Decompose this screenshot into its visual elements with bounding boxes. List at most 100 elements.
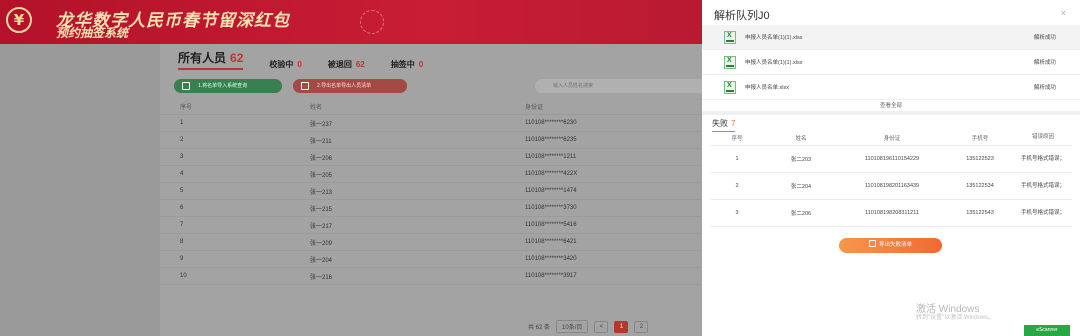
excel-file-icon xyxy=(724,55,736,69)
file-row[interactable]: 申报人员名单.xlsx 解析成功 xyxy=(702,75,1080,100)
table-row[interactable]: 2 张一211 110108********6235 xyxy=(160,132,720,149)
file-row[interactable]: 申报人员名单(1)(1).xlsx 解析成功 xyxy=(702,25,1080,50)
pagination: 共 62 条 10条/页 < 1 2 xyxy=(528,320,649,333)
file-row[interactable]: 申报人员名单(1)(1).xlsx 解析成功 xyxy=(702,50,1080,75)
tab-count: 0 xyxy=(418,60,424,69)
import-button[interactable]: 1.将名单导入系统查询 xyxy=(174,79,282,93)
tab-label: 被退回 xyxy=(327,60,352,69)
export-failed-button[interactable]: 导出失败清单 xyxy=(839,238,942,253)
file-name: 申报人员名单.xlsx xyxy=(745,85,790,91)
cell-id: 110108********3730 xyxy=(525,205,577,211)
failed-row[interactable]: 3 张二206 110108198208311211 135122543 手机号… xyxy=(710,200,1072,227)
tab-drawing[interactable]: 抽签中 0 xyxy=(391,59,423,70)
tab-count: 62 xyxy=(230,51,244,65)
table-row[interactable]: 1 张一237 110108********6230 xyxy=(160,115,720,132)
failed-table-header: 序号 姓名 身份证 手机号 错误原因 xyxy=(710,130,1072,146)
excel-file-icon xyxy=(724,80,736,94)
cell-name: 张一213 xyxy=(310,189,333,196)
import-icon xyxy=(182,82,190,90)
cell-error: 手机号格式错误； xyxy=(1020,155,1065,162)
status-tabs: 所有人员 62 校验中 0 被退回 62 抽签中 0 xyxy=(178,50,449,70)
cell-name: 张一204 xyxy=(310,257,333,264)
file-status: 解析成功 xyxy=(1033,60,1056,66)
cell-id: 110108196110154229 xyxy=(864,156,920,162)
cell-index: 1 xyxy=(180,120,184,126)
close-icon[interactable]: × xyxy=(1061,8,1066,18)
export-icon xyxy=(301,82,309,90)
cell-index: 9 xyxy=(180,256,184,262)
cell-error: 手机号格式错误； xyxy=(1020,182,1065,189)
failed-row[interactable]: 2 张二204 110108198201163439 135122534 手机号… xyxy=(710,173,1072,200)
table-header: 序号 姓名 身份证 xyxy=(160,98,720,115)
cell-id: 110108********6235 xyxy=(525,137,577,143)
tab-label: 抽签中 xyxy=(390,60,415,69)
cell-phone: 135122534 xyxy=(966,183,994,189)
tab-count: 0 xyxy=(297,60,302,69)
file-name: 申报人员名单(1)(1).xlsx xyxy=(745,35,803,41)
table-row[interactable]: 8 张一209 110108********6421 xyxy=(160,234,720,251)
file-status: 解析成功 xyxy=(1033,85,1056,91)
search-input[interactable] xyxy=(535,79,715,93)
taskbar-chip[interactable]: eScanner xyxy=(1024,325,1070,336)
header-index: 序号 xyxy=(180,104,193,111)
fail-tab-count: 7 xyxy=(731,119,736,128)
table-row[interactable]: 10 张一216 110108********3917 xyxy=(160,268,720,285)
cell-index: 7 xyxy=(180,222,184,228)
cell-id: 110108********5416 xyxy=(525,222,577,228)
tab-label: 所有人员 xyxy=(178,51,227,65)
cell-index: 1 xyxy=(735,156,739,162)
cell-id: 110108********422X xyxy=(525,171,578,177)
table-row[interactable]: 7 张一217 110108********5416 xyxy=(160,217,720,234)
table-row[interactable]: 5 张一213 110108********1474 xyxy=(160,183,720,200)
cell-id: 110108********1211 xyxy=(525,154,577,160)
cell-name: 张一216 xyxy=(310,274,333,281)
import-button-label: 1.将名单导入系统查询 xyxy=(198,83,248,89)
cell-name: 张一215 xyxy=(310,206,333,213)
file-name: 申报人员名单(1)(1).xlsx xyxy=(745,60,803,66)
header-error: 错误原因 xyxy=(1031,134,1054,140)
cell-phone: 135122543 xyxy=(966,210,994,216)
cell-id: 110108198208311211 xyxy=(865,210,919,216)
people-table: 序号 姓名 身份证 1 张一237 110108********6230 2 张一21… xyxy=(160,98,720,285)
expand-all-link[interactable]: 查看全部 xyxy=(702,101,1080,109)
failed-row[interactable]: 1 张二203 110108196110154229 135122523 手机号… xyxy=(710,146,1072,173)
export-icon xyxy=(868,240,876,247)
header-name: 姓名 xyxy=(310,104,323,111)
tab-verifying[interactable]: 校验中 0 xyxy=(269,59,301,70)
prev-page-button[interactable]: < xyxy=(594,320,609,333)
cell-id: 110108198201163439 xyxy=(864,183,920,189)
yuan-logo-icon: ¥ xyxy=(6,7,32,33)
cell-index: 10 xyxy=(180,273,187,279)
table-row[interactable]: 4 张一205 110108********422X xyxy=(160,166,720,183)
parse-queue-drawer: 解析队列J0 × 申报人员名单(1)(1).xlsx 解析成功 申报人员名单(1… xyxy=(702,0,1080,336)
table-row[interactable]: 9 张一204 110108********3420 xyxy=(160,251,720,268)
page-1-button[interactable]: 1 xyxy=(614,320,629,333)
cell-index: 5 xyxy=(180,188,184,194)
cell-index: 8 xyxy=(180,239,184,245)
cell-index: 3 xyxy=(180,154,184,160)
export-failed-label: 导出失败清单 xyxy=(878,242,912,248)
tab-all[interactable]: 所有人员 62 xyxy=(178,49,244,70)
fail-tab-label: 失败 xyxy=(712,119,728,128)
page-size-select[interactable]: 10条/页 xyxy=(556,320,589,333)
failed-table: 序号 姓名 身份证 手机号 错误原因 1 张二203 1101081961101… xyxy=(710,130,1072,227)
cell-index: 2 xyxy=(735,183,739,189)
cell-id: 110108********6230 xyxy=(525,120,577,126)
file-status: 解析成功 xyxy=(1033,35,1056,41)
page-2-button[interactable]: 2 xyxy=(634,320,649,333)
table-row[interactable]: 6 张一215 110108********3730 xyxy=(160,200,720,217)
table-row[interactable]: 3 张一206 110108********1211 xyxy=(160,149,720,166)
main-content: 所有人员 62 校验中 0 被退回 62 抽签中 0 1.将名单导入系统查询 2.导出名… xyxy=(160,44,720,336)
cell-index: 6 xyxy=(180,205,184,211)
tab-returned[interactable]: 被退回 62 xyxy=(328,59,365,70)
cell-phone: 135122523 xyxy=(966,156,994,162)
cell-name: 张一205 xyxy=(310,172,333,179)
header-id: 身份证 xyxy=(525,104,544,111)
cell-id: 110108********6421 xyxy=(525,239,577,245)
cell-index: 3 xyxy=(735,210,739,216)
pagination-total: 共 62 条 xyxy=(528,325,551,331)
cell-id: 110108********1474 xyxy=(525,188,577,194)
header-phone: 手机号 xyxy=(971,135,989,142)
cell-name: 张二204 xyxy=(790,184,812,190)
export-list-button[interactable]: 2.导出名单导出人员清单 xyxy=(293,79,407,93)
